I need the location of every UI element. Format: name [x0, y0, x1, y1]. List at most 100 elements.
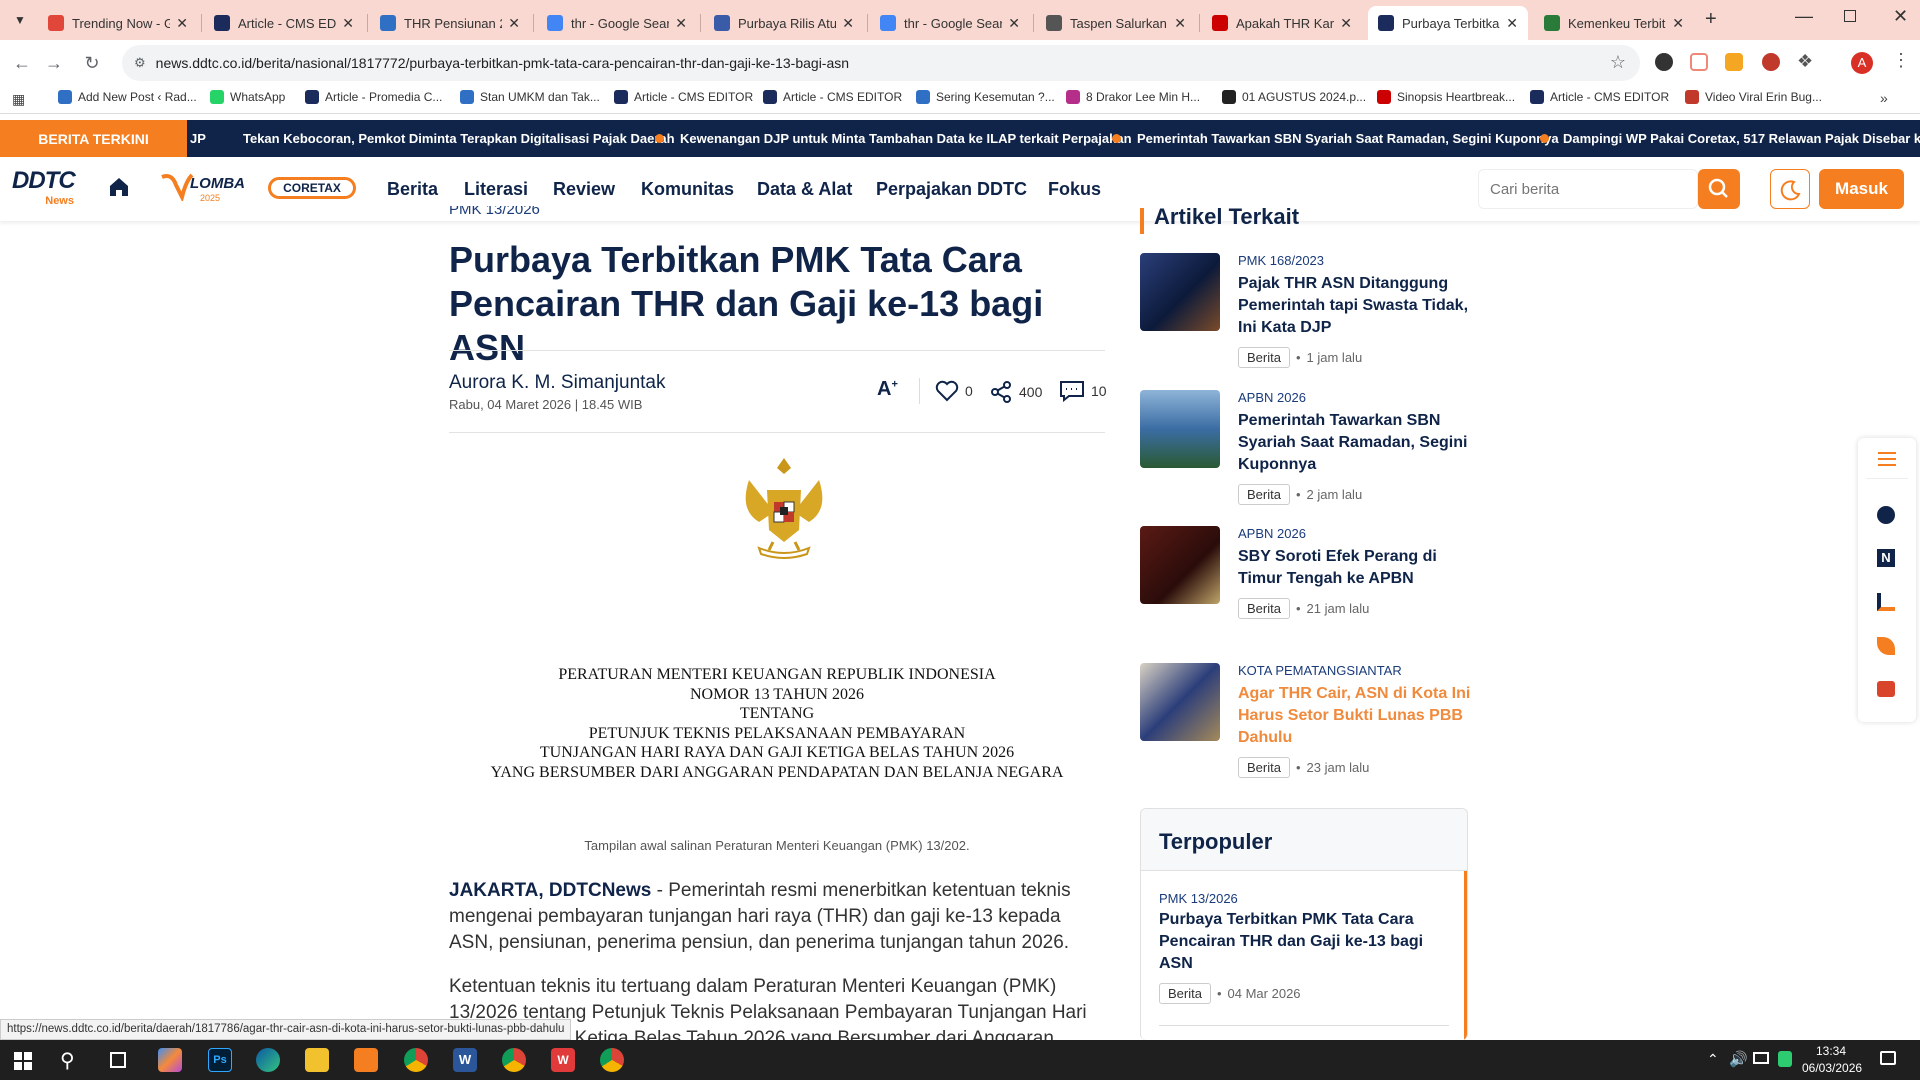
bookmark-item[interactable]: Article - CMS EDITOR — [1530, 90, 1669, 104]
related-title[interactable]: Agar THR Cair, ASN di Kota Ini Harus Set… — [1238, 683, 1473, 749]
bookmark-item[interactable]: Article - CMS EDITOR — [614, 90, 753, 104]
tab-close-icon[interactable]: ✕ — [1340, 15, 1352, 32]
browser-tab[interactable]: thr - Google Searc ✕ — [870, 6, 1030, 40]
nav-fokus[interactable]: Fokus — [1048, 179, 1101, 200]
bookmark-item[interactable]: Stan UMKM dan Tak... — [460, 90, 600, 104]
nav-komunitas[interactable]: Komunitas — [641, 179, 734, 200]
browser-tab[interactable]: Apakah THR Kary ✕ — [1202, 6, 1362, 40]
tray-chevron-icon[interactable]: ⌃ — [1707, 1051, 1719, 1068]
menu-kebab-icon[interactable]: ⋮ — [1892, 50, 1910, 71]
back-button[interactable]: ← — [10, 51, 34, 75]
close-window-button[interactable]: ✕ — [1893, 6, 1908, 27]
related-title[interactable]: Pemerintah Tawarkan SBN Syariah Saat Ram… — [1238, 410, 1473, 476]
ticker-item[interactable]: Tekan Kebocoran, Pemkot Diminta Terapkan… — [243, 131, 675, 146]
ticker-item[interactable]: Dampingi WP Pakai Coretax, 517 Relawan P… — [1563, 131, 1920, 146]
volume-icon[interactable]: 🔊 — [1729, 1050, 1748, 1068]
bookmark-star-icon[interactable]: ☆ — [1610, 52, 1626, 73]
comment-button[interactable]: 10 — [1059, 380, 1107, 402]
ticker-item[interactable]: Pemerintah Tawarkan SBN Syariah Saat Ram… — [1137, 131, 1559, 146]
notification-icon[interactable] — [1880, 1051, 1896, 1065]
popular-category[interactable]: PMK 13/2026 — [1159, 891, 1238, 906]
font-size-icon[interactable]: A+ — [877, 378, 898, 401]
related-article[interactable]: KOTA PEMATANGSIANTAR Agar THR Cair, ASN … — [1140, 663, 1470, 783]
copilot-icon[interactable] — [158, 1048, 182, 1072]
login-button[interactable]: Masuk — [1819, 169, 1904, 209]
chrome-profile-icon[interactable] — [404, 1048, 428, 1072]
browser-tab[interactable]: Purbaya Terbitkan ✕ — [1368, 6, 1528, 40]
tab-close-icon[interactable]: ✕ — [176, 15, 188, 32]
ddtc-news-logo[interactable]: DDTC News — [12, 167, 76, 211]
menu-lines-icon[interactable] — [1878, 452, 1896, 466]
n-app-icon[interactable]: N — [1877, 549, 1895, 567]
nav-berita[interactable]: Berita — [387, 179, 438, 200]
bookmark-item[interactable]: WhatsApp — [210, 90, 285, 104]
related-title[interactable]: SBY Soroti Efek Perang di Timur Tengah k… — [1238, 546, 1473, 590]
profile-avatar[interactable]: A — [1851, 52, 1873, 74]
word-icon[interactable]: W — [453, 1048, 477, 1072]
popular-badge[interactable]: Berita — [1159, 983, 1211, 1004]
address-bar[interactable]: ⚙ news.ddtc.co.id/berita/nasional/181777… — [122, 45, 1640, 81]
extension-icon-4[interactable] — [1762, 53, 1780, 71]
browser-tab[interactable]: Taspen Salurkan T ✕ — [1036, 6, 1196, 40]
bookmark-item[interactable]: Article - CMS EDITOR — [763, 90, 902, 104]
forward-button[interactable]: → — [42, 51, 66, 75]
bookmark-item[interactable]: Article - Promedia C... — [305, 90, 442, 104]
new-tab-button[interactable]: + — [1705, 8, 1717, 31]
app-orange-icon[interactable] — [354, 1048, 378, 1072]
related-thumbnail[interactable] — [1140, 253, 1220, 331]
apps-grid-icon[interactable]: ▦ — [12, 91, 25, 108]
ticker-item[interactable]: JP — [190, 131, 206, 146]
nav-review[interactable]: Review — [553, 179, 615, 200]
restore-button[interactable] — [1844, 10, 1856, 22]
browser-tab[interactable]: Purbaya Rilis Atur ✕ — [704, 6, 864, 40]
browser-tab[interactable]: thr - Google Searc ✕ — [537, 6, 697, 40]
tab-close-icon[interactable]: ✕ — [675, 15, 687, 32]
extension-icon-1[interactable] — [1655, 53, 1673, 71]
tab-search-button[interactable]: ▼ — [10, 10, 30, 30]
site-info-icon[interactable]: ⚙ — [134, 55, 146, 71]
more-bookmarks-icon[interactable]: » — [1880, 90, 1888, 106]
nav-perpajakan-ddtc[interactable]: Perpajakan DDTC — [876, 179, 1027, 200]
share-button[interactable]: 400 — [989, 380, 1042, 404]
browser-tab[interactable]: Article - CMS EDIT ✕ — [204, 6, 364, 40]
article-tag[interactable]: PMK 13/2026 — [449, 206, 540, 222]
related-article[interactable]: PMK 168/2023 Pajak THR ASN Ditanggung Pe… — [1140, 253, 1470, 373]
task-view-icon[interactable] — [110, 1052, 126, 1068]
related-thumbnail[interactable] — [1140, 390, 1220, 468]
wps-icon[interactable]: W — [551, 1048, 575, 1072]
related-category[interactable]: KOTA PEMATANGSIANTAR — [1238, 663, 1402, 678]
dark-mode-toggle[interactable] — [1770, 169, 1810, 209]
bookmark-item[interactable]: Add New Post ‹ Rad... — [58, 90, 197, 104]
home-icon[interactable] — [107, 175, 131, 199]
related-thumbnail[interactable] — [1140, 663, 1220, 741]
network-icon[interactable] — [1753, 1052, 1769, 1064]
tab-close-icon[interactable]: ✕ — [1008, 15, 1020, 32]
extension-icon-3[interactable] — [1725, 53, 1743, 71]
photoshop-icon[interactable]: Ps — [208, 1048, 232, 1072]
clock-time[interactable]: 13:34 — [1816, 1044, 1846, 1058]
ticker-item[interactable]: Kewenangan DJP untuk Minta Tambahan Data… — [680, 131, 1132, 146]
search-button[interactable] — [1698, 169, 1740, 209]
gift-app-icon[interactable] — [1877, 681, 1895, 697]
search-input[interactable] — [1490, 175, 1680, 203]
tab-close-icon[interactable]: ✕ — [842, 15, 854, 32]
related-badge[interactable]: Berita — [1238, 484, 1290, 505]
related-thumbnail[interactable] — [1140, 526, 1220, 604]
related-category[interactable]: APBN 2026 — [1238, 526, 1306, 541]
browser-tab[interactable]: THR Pensiunan 20 ✕ — [370, 6, 530, 40]
extensions-puzzle-icon[interactable]: ❖ — [1797, 51, 1813, 72]
tab-close-icon[interactable]: ✕ — [1506, 15, 1518, 32]
chart-app-icon[interactable] — [1877, 593, 1895, 611]
tab-close-icon[interactable]: ✕ — [342, 15, 354, 32]
popular-title[interactable]: Purbaya Terbitkan PMK Tata Cara Pencaira… — [1159, 909, 1449, 975]
nav-data-alat[interactable]: Data & Alat — [757, 179, 852, 200]
browser-tab[interactable]: Kemenkeu Terbitk ✕ — [1534, 6, 1694, 40]
extension-icon-2[interactable] — [1690, 53, 1708, 71]
lomba-logo[interactable]: LOMBA 2025 — [160, 171, 255, 205]
security-icon[interactable] — [1778, 1051, 1792, 1067]
nav-literasi[interactable]: Literasi — [464, 179, 528, 200]
related-article[interactable]: APBN 2026 Pemerintah Tawarkan SBN Syaria… — [1140, 390, 1470, 510]
reload-button[interactable]: ↻ — [80, 51, 104, 75]
bookmark-item[interactable]: Sering Kesemutan ?... — [916, 90, 1055, 104]
edge-icon[interactable] — [256, 1048, 280, 1072]
